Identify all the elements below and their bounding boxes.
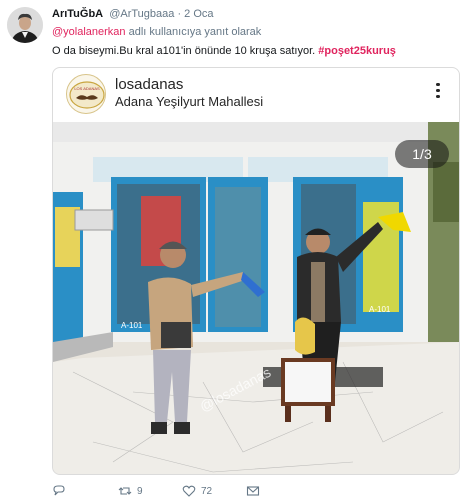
instagram-photo[interactable]: A-101 A-101 @losadanas 1/3 bbox=[53, 122, 459, 474]
reply-icon bbox=[53, 485, 65, 496]
instagram-username[interactable]: losadanas bbox=[115, 76, 183, 93]
tweet-body: O da biseymi.Bu kral a101'in önünde 10 k… bbox=[52, 45, 319, 57]
instagram-avatar[interactable]: LOS ADANAS bbox=[66, 74, 106, 114]
store-sign-text-2: A-101 bbox=[369, 305, 391, 314]
instagram-embed-card[interactable]: LOS ADANAS losadanas Adana Yeşilyurt Mah… bbox=[52, 67, 460, 475]
instagram-location[interactable]: Adana Yeşilyurt Mahallesi bbox=[115, 94, 263, 109]
tweet-timestamp[interactable]: 2 Oca bbox=[184, 8, 213, 20]
reply-context-text: adlı kullanıcıya yanıt olarak bbox=[125, 26, 262, 38]
tweet-actions: 9 72 bbox=[52, 484, 472, 499]
reply-context: @yolalanerkan adlı kullanıcıya yanıt ola… bbox=[52, 26, 261, 38]
direct-message-button[interactable] bbox=[246, 484, 260, 498]
losadanas-logo: LOS ADANAS bbox=[69, 81, 105, 109]
store-sign-text: A-101 bbox=[121, 321, 143, 330]
reply-button[interactable] bbox=[52, 484, 66, 498]
hashtag-link[interactable]: #poşet25kuruş bbox=[318, 45, 396, 57]
separator-dot: · bbox=[177, 8, 182, 20]
tweet[interactable]: ArıTuĞbA @ArTugbaaa · 2 Oca @yolalanerka… bbox=[0, 0, 475, 499]
avatar-portrait-image bbox=[7, 7, 43, 43]
tweet-header: ArıTuĞbA @ArTugbaaa · 2 Oca bbox=[52, 8, 214, 20]
retweet-button[interactable]: 9 bbox=[118, 484, 143, 498]
reply-mention-link[interactable]: @yolalanerkan bbox=[52, 26, 126, 38]
street-scene-image: A-101 A-101 @losadanas bbox=[53, 122, 459, 474]
envelope-icon bbox=[246, 486, 260, 496]
author-handle[interactable]: @ArTugbaaa bbox=[109, 8, 174, 20]
like-button[interactable]: 72 bbox=[182, 484, 212, 498]
retweet-count: 9 bbox=[137, 485, 143, 497]
logo-text: LOS ADANAS bbox=[74, 86, 100, 91]
retweet-icon bbox=[118, 487, 132, 495]
author-display-name[interactable]: ArıTuĞbA bbox=[52, 8, 103, 20]
like-count: 72 bbox=[201, 485, 213, 497]
author-avatar[interactable] bbox=[7, 7, 43, 43]
carousel-counter: 1/3 bbox=[395, 140, 449, 168]
heart-icon bbox=[182, 485, 196, 497]
instagram-header: LOS ADANAS losadanas Adana Yeşilyurt Mah… bbox=[53, 68, 459, 122]
more-options-icon[interactable] bbox=[433, 80, 443, 104]
tweet-text: O da biseymi.Bu kral a101'in önünde 10 k… bbox=[52, 45, 396, 57]
